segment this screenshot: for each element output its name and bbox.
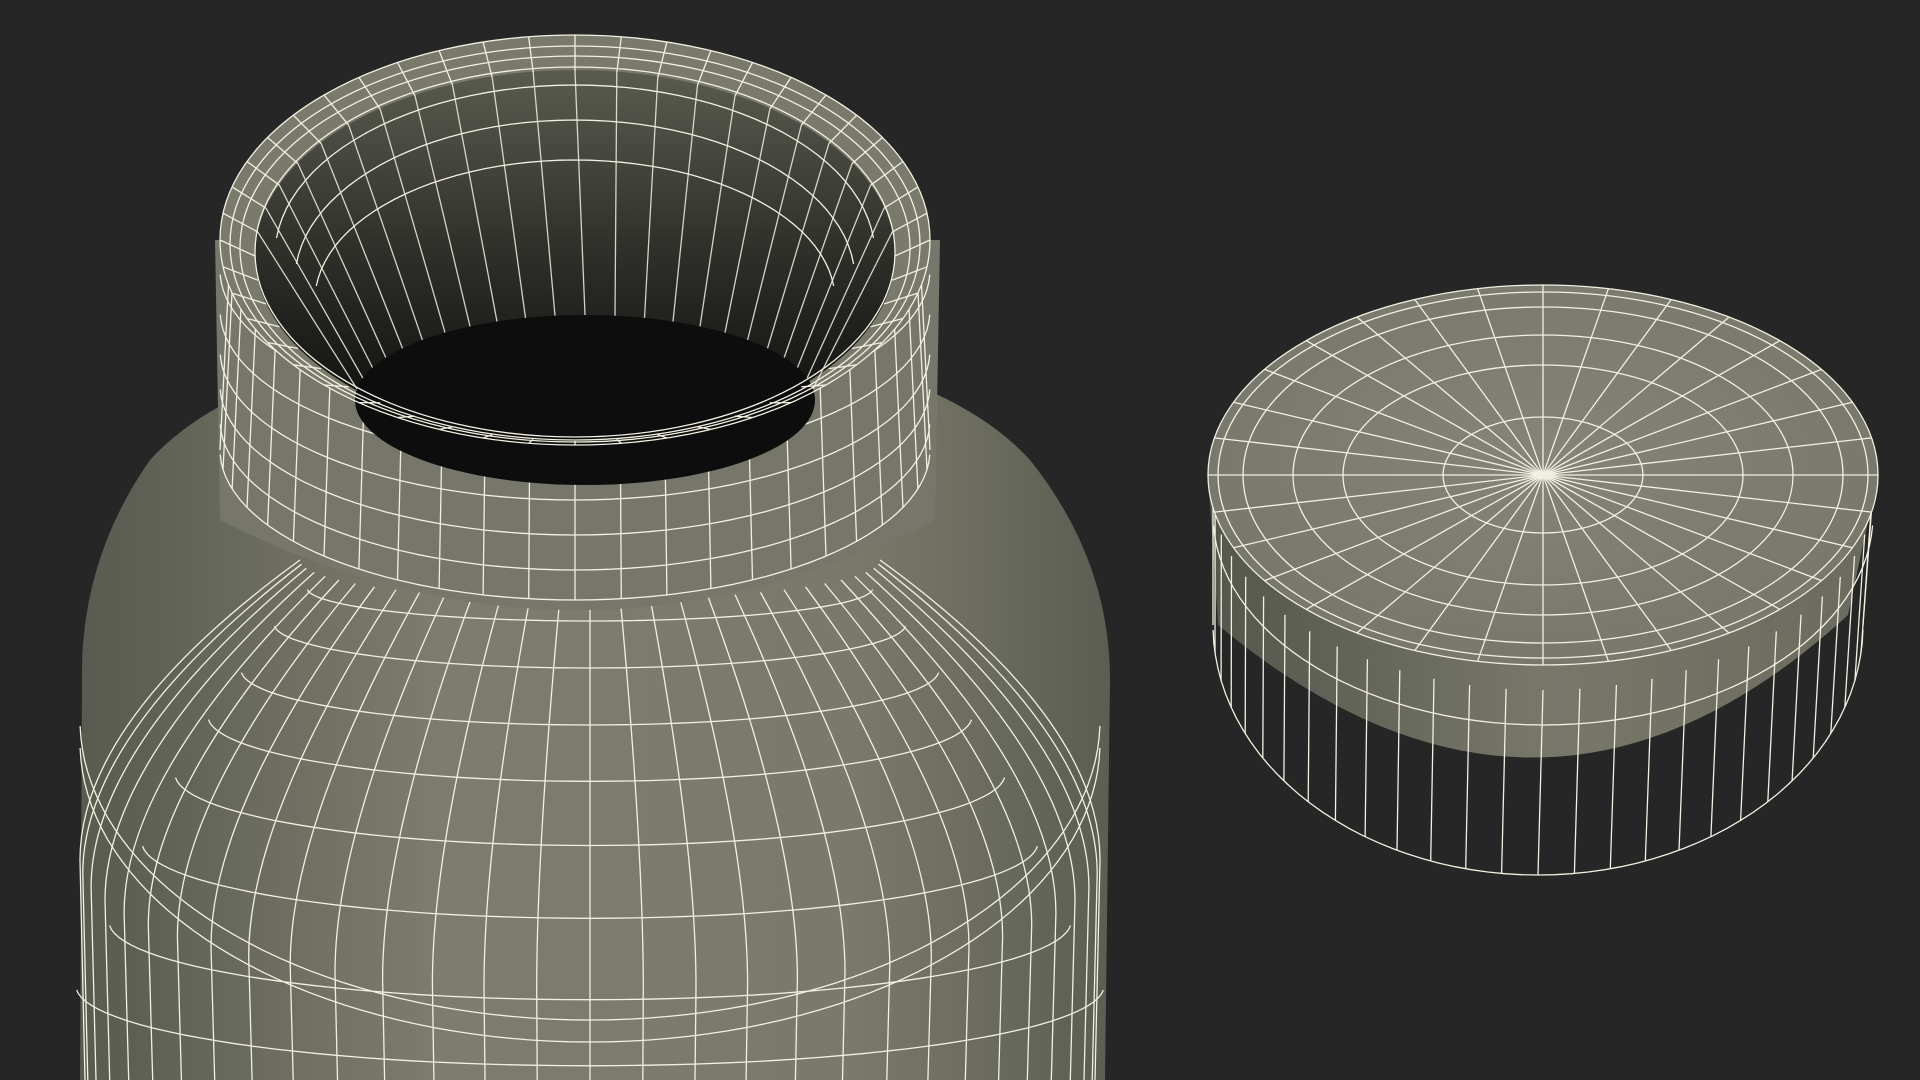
jar-mouth-bottom (355, 315, 815, 485)
lid-side-segment (1244, 576, 1247, 734)
lid-side-segment (1262, 596, 1265, 759)
render-viewport (0, 0, 1920, 1080)
